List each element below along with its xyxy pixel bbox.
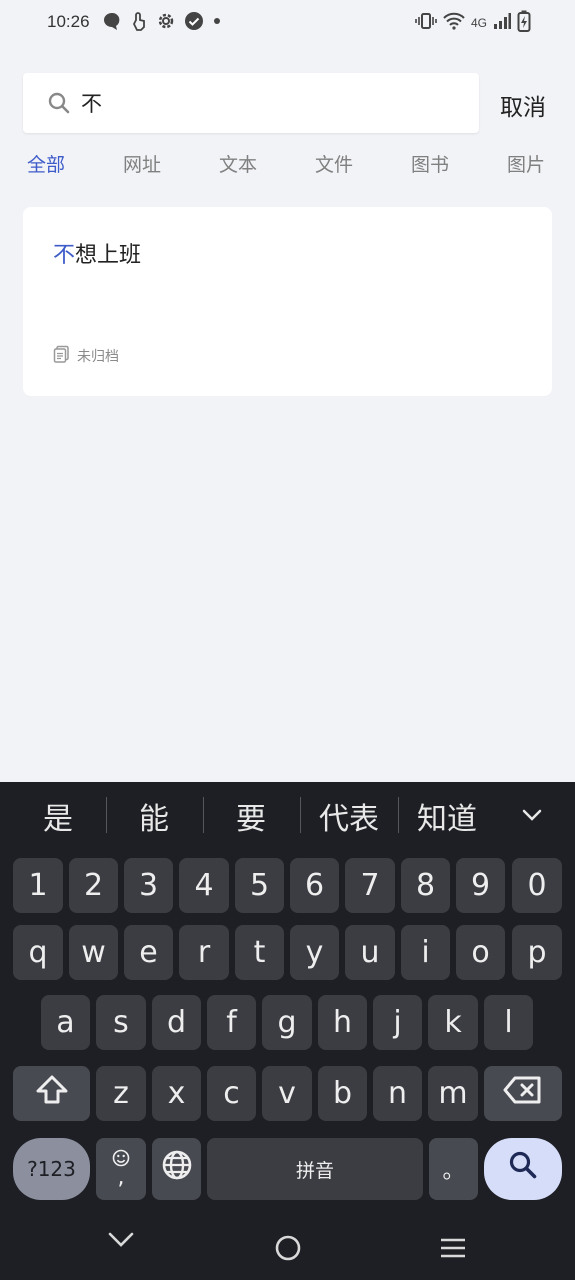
settings-icon xyxy=(156,11,176,35)
key-c[interactable]: c xyxy=(207,1066,256,1121)
key-j[interactable]: j xyxy=(373,995,422,1050)
key-k[interactable]: k xyxy=(428,995,478,1050)
touch-icon xyxy=(130,11,148,35)
search-input[interactable] xyxy=(81,87,461,119)
candidate-5[interactable]: 知道 xyxy=(410,794,484,838)
shift-key[interactable] xyxy=(13,1066,90,1121)
key-1[interactable]: 1 xyxy=(13,858,63,913)
candidate-1[interactable]: 是 xyxy=(28,794,88,838)
filter-tabs: 全部 网址 文本 文件 图书 图片 xyxy=(0,150,575,186)
check-circle-icon xyxy=(184,11,204,35)
key-o[interactable]: o xyxy=(456,925,505,980)
key-f[interactable]: f xyxy=(207,995,256,1050)
nav-menu-icon[interactable] xyxy=(439,1236,467,1264)
vibrate-icon xyxy=(415,11,437,35)
key-w[interactable]: w xyxy=(69,925,118,980)
tab-book[interactable]: 图书 xyxy=(411,150,449,177)
key-x[interactable]: x xyxy=(152,1066,201,1121)
message-icon xyxy=(102,11,122,35)
backspace-key[interactable] xyxy=(484,1066,562,1121)
backspace-icon xyxy=(503,1075,543,1113)
battery-charging-icon xyxy=(517,10,531,36)
language-key[interactable] xyxy=(152,1138,201,1200)
key-z[interactable]: z xyxy=(96,1066,146,1121)
key-p[interactable]: p xyxy=(512,925,562,980)
tab-all[interactable]: 全部 xyxy=(27,150,65,177)
key-7[interactable]: 7 xyxy=(345,858,395,913)
candidate-bar: 是 能 要 代表 知道 xyxy=(0,782,575,848)
key-h[interactable]: h xyxy=(318,995,367,1050)
folder-icon xyxy=(53,345,71,367)
candidate-3[interactable]: 要 xyxy=(221,794,281,838)
cancel-button[interactable]: 取消 xyxy=(500,88,546,122)
status-time: 10:26 xyxy=(47,12,90,31)
wifi-icon xyxy=(443,11,465,35)
result-title-rest: 想上班 xyxy=(75,243,142,268)
key-3[interactable]: 3 xyxy=(124,858,173,913)
search-icon xyxy=(508,1150,538,1188)
comma-label: , xyxy=(117,1165,125,1190)
key-n[interactable]: n xyxy=(373,1066,422,1121)
result-meta: 未归档 xyxy=(53,345,119,367)
key-a[interactable]: a xyxy=(41,995,90,1050)
space-key[interactable]: 拼音 xyxy=(207,1138,423,1200)
key-9[interactable]: 9 xyxy=(456,858,505,913)
key-i[interactable]: i xyxy=(401,925,450,980)
key-r[interactable]: r xyxy=(179,925,229,980)
result-title-highlight: 不 xyxy=(53,243,76,268)
key-2[interactable]: 2 xyxy=(69,858,118,913)
period-key[interactable]: 。 xyxy=(429,1138,478,1200)
globe-icon xyxy=(161,1149,193,1189)
key-5[interactable]: 5 xyxy=(235,858,284,913)
key-e[interactable]: e xyxy=(124,925,173,980)
search-submit-key[interactable] xyxy=(484,1138,562,1200)
key-4[interactable]: 4 xyxy=(179,858,229,913)
candidate-2[interactable]: 能 xyxy=(124,794,184,838)
key-b[interactable]: b xyxy=(318,1066,367,1121)
key-l[interactable]: l xyxy=(484,995,533,1050)
navigation-bar xyxy=(0,1212,575,1280)
emoji-comma-key[interactable]: , xyxy=(96,1138,146,1200)
symbols-key[interactable]: ?123 xyxy=(13,1138,90,1200)
result-card[interactable]: 不想上班 未归档 xyxy=(23,207,552,396)
key-s[interactable]: s xyxy=(96,995,146,1050)
key-6[interactable]: 6 xyxy=(290,858,339,913)
chevron-down-icon[interactable] xyxy=(520,803,544,831)
key-v[interactable]: v xyxy=(262,1066,312,1121)
tab-image[interactable]: 图片 xyxy=(507,150,545,177)
search-box[interactable] xyxy=(23,73,479,133)
nav-home-icon[interactable] xyxy=(274,1234,302,1266)
key-q[interactable]: q xyxy=(13,925,63,980)
key-y[interactable]: y xyxy=(290,925,339,980)
key-8[interactable]: 8 xyxy=(401,858,450,913)
key-u[interactable]: u xyxy=(345,925,395,980)
candidate-4[interactable]: 代表 xyxy=(312,794,386,838)
key-m[interactable]: m xyxy=(428,1066,478,1121)
result-title: 不想上班 xyxy=(53,237,141,269)
status-bar: 10:26 4G xyxy=(0,0,575,48)
dot-icon xyxy=(212,11,222,35)
key-0[interactable]: 0 xyxy=(512,858,562,913)
network-type: 4G xyxy=(470,16,487,30)
shift-icon xyxy=(35,1074,69,1114)
keyboard: 是 能 要 代表 知道 1 2 3 4 5 6 7 8 9 0 q w e r … xyxy=(0,782,575,1280)
tab-file[interactable]: 文件 xyxy=(315,150,353,177)
tab-url[interactable]: 网址 xyxy=(123,150,161,177)
key-g[interactable]: g xyxy=(262,995,312,1050)
result-folder: 未归档 xyxy=(77,349,119,365)
key-d[interactable]: d xyxy=(152,995,201,1050)
search-icon xyxy=(47,91,71,119)
tab-text[interactable]: 文本 xyxy=(219,150,257,177)
signal-icon xyxy=(493,11,511,35)
nav-back-chevron-icon[interactable] xyxy=(107,1230,135,1254)
key-t[interactable]: t xyxy=(235,925,284,980)
